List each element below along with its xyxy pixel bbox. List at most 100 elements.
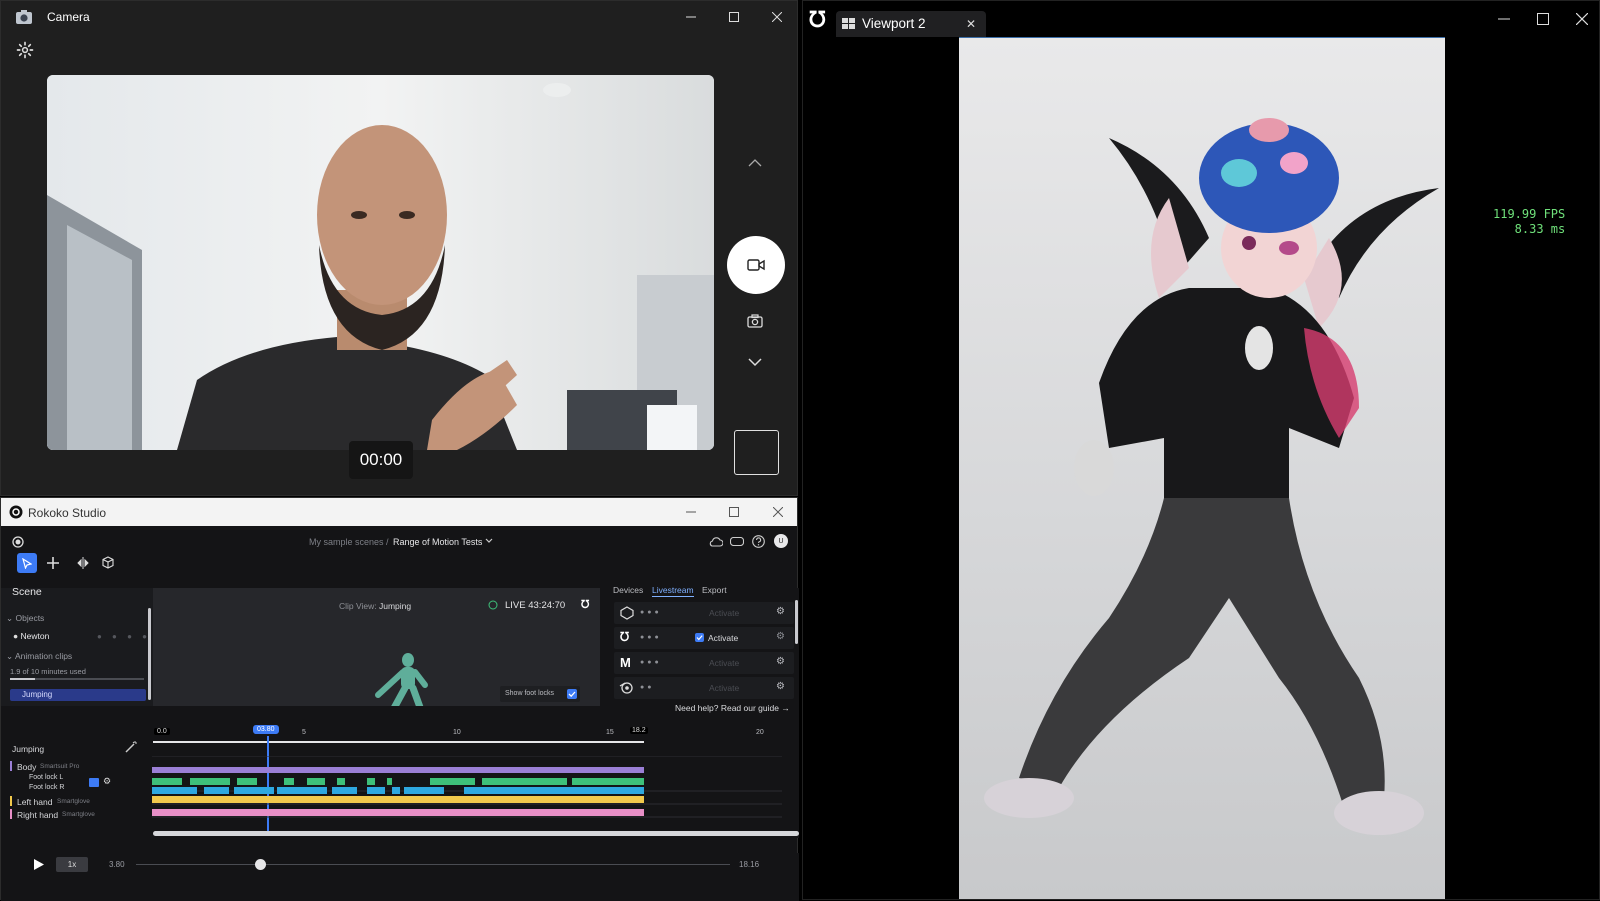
tab-devices[interactable]: Devices xyxy=(613,585,643,595)
play-icon xyxy=(34,859,44,870)
track-device-right-hand: Smartglove xyxy=(62,811,95,818)
playhead-label[interactable]: 03.80 xyxy=(253,725,279,734)
settings-gear-icon[interactable] xyxy=(16,41,34,59)
foot-locks-toggle[interactable]: Show foot locks xyxy=(500,686,580,702)
maximize-button[interactable] xyxy=(724,502,744,522)
animation-clips-section[interactable]: ⌄ Animation clips xyxy=(6,651,72,662)
close-button[interactable] xyxy=(768,502,788,522)
close-button[interactable] xyxy=(767,7,787,27)
activate-label[interactable]: Activate xyxy=(709,683,739,693)
breadcrumb-parent[interactable]: My sample scenes / xyxy=(309,537,389,547)
timeline-horizontal-scrollbar[interactable] xyxy=(153,831,799,836)
tab-close-icon[interactable]: ✕ xyxy=(966,17,976,31)
livestream-scrollbar[interactable] xyxy=(795,600,798,644)
minimize-button[interactable] xyxy=(681,502,701,522)
track-color-left-hand xyxy=(10,796,12,806)
camera-title: Camera xyxy=(47,10,90,24)
activate-checkbox[interactable] xyxy=(695,633,704,642)
clip-item-label: Jumping xyxy=(22,690,53,699)
last-capture-thumbnail[interactable] xyxy=(734,430,779,475)
foot-lock-gear-icon[interactable]: ⚙ xyxy=(103,776,111,787)
track-name-foot-r: Foot lock R xyxy=(29,784,65,791)
video-record-button[interactable] xyxy=(727,236,785,294)
chevron-down-icon[interactable] xyxy=(485,538,493,544)
photo-camera-icon[interactable] xyxy=(747,314,763,328)
track-name-body: Body xyxy=(17,762,37,772)
chevron-down-icon[interactable] xyxy=(748,358,762,367)
speed-button[interactable]: 1x xyxy=(56,857,88,872)
usage-bar xyxy=(10,678,144,680)
activate-label[interactable]: Activate xyxy=(709,608,739,618)
move-tool-icon[interactable] xyxy=(47,557,59,569)
maximize-button[interactable] xyxy=(724,7,744,27)
object-device-icons: ● ● ● ● xyxy=(97,632,151,641)
recording-timer: 00:00 xyxy=(349,441,413,479)
unreal-icon: ᘮ xyxy=(581,599,590,611)
magic-wand-icon[interactable] xyxy=(125,740,138,753)
row-settings-gear-icon[interactable]: ⚙ xyxy=(776,631,785,642)
cursor-icon xyxy=(22,557,32,569)
tab-export[interactable]: Export xyxy=(702,585,727,595)
livestream-panel: Devices Livestream Export ●●● Activate ⚙… xyxy=(605,585,799,728)
mirror-tool-icon[interactable] xyxy=(77,557,89,569)
help-guide-link[interactable]: Need help? Read our guide → xyxy=(675,703,790,713)
clip-view-name: Jumping xyxy=(379,601,412,611)
foot-lock-edit-button[interactable] xyxy=(89,778,99,787)
maximize-button[interactable] xyxy=(1533,9,1553,29)
playback-bar: 1x 3.80 18.16 xyxy=(1,853,799,901)
minimize-button[interactable] xyxy=(681,7,701,27)
tick-10: 10 xyxy=(453,729,461,736)
live-indicator-icon xyxy=(488,600,498,610)
tick-20: 20 xyxy=(756,729,764,736)
blender-icon xyxy=(619,680,634,695)
record-icon[interactable] xyxy=(12,536,24,548)
rokoko-header: My sample scenes / Range of Motion Tests… xyxy=(1,526,797,558)
select-tool-button[interactable] xyxy=(17,553,37,573)
scene-scrollbar[interactable] xyxy=(148,608,151,700)
frame-time-value: 8.33 ms xyxy=(1514,222,1566,236)
objects-section[interactable]: ⌄ Objects xyxy=(6,613,44,624)
track-device-left-hand: Smartglove xyxy=(57,798,90,805)
row-settings-gear-icon[interactable]: ⚙ xyxy=(776,656,785,667)
live-timecode: LIVE 43:24:70 xyxy=(505,600,566,611)
cube-tool-icon[interactable] xyxy=(102,556,114,569)
cloud-icon[interactable] xyxy=(708,536,723,547)
chevron-up-icon[interactable] xyxy=(748,158,762,167)
foot-locks-label: Show foot locks xyxy=(505,690,555,697)
scrub-track[interactable] xyxy=(136,864,730,865)
track-name-right-hand: Right hand xyxy=(17,810,59,820)
video-camera-icon xyxy=(747,259,765,271)
track-lanes xyxy=(152,756,782,818)
character-preview xyxy=(375,653,428,706)
scrub-handle[interactable] xyxy=(255,859,267,870)
vr-headset-icon[interactable] xyxy=(730,537,744,546)
user-avatar[interactable]: U xyxy=(774,534,788,548)
play-button[interactable] xyxy=(33,858,45,871)
row-settings-gear-icon[interactable]: ⚙ xyxy=(776,681,785,692)
scene-panel: Scene ⌄ Objects ● Newton ● ● ● ● ⌄ Anima… xyxy=(1,586,153,706)
breadcrumb-current[interactable]: Range of Motion Tests xyxy=(393,537,482,547)
current-time: 3.80 xyxy=(109,860,125,869)
help-icon[interactable] xyxy=(752,535,765,548)
clip-range-bar[interactable] xyxy=(153,741,644,743)
viewport-render[interactable] xyxy=(959,37,1445,899)
scene-title: Scene xyxy=(12,586,42,598)
activate-label[interactable]: Activate xyxy=(708,633,738,643)
objects-label: Objects xyxy=(15,613,45,623)
clip-item-jumping[interactable]: Jumping xyxy=(10,689,146,701)
activate-label[interactable]: Activate xyxy=(709,658,739,668)
foot-locks-checkbox[interactable] xyxy=(567,689,577,699)
end-time: 18.16 xyxy=(739,860,760,869)
viewport-tab[interactable]: Viewport 2 ✕ xyxy=(836,11,986,37)
viewport-window: ᘮ Viewport 2 ✕ 119.99 FPS 8.33 ms xyxy=(802,0,1600,900)
tab-livestream[interactable]: Livestream xyxy=(652,585,694,597)
object-newton[interactable]: ● Newton xyxy=(13,631,49,641)
row-settings-gear-icon[interactable]: ⚙ xyxy=(776,606,785,617)
track-name-foot-l: Foot lock L xyxy=(29,774,64,781)
close-button[interactable] xyxy=(1572,9,1592,29)
stream-options-icons: ●● xyxy=(640,684,655,691)
tick-15: 15 xyxy=(606,729,614,736)
minimize-button[interactable] xyxy=(1494,9,1514,29)
rokoko-window: Rokoko Studio My sample scenes / Range o… xyxy=(0,497,799,901)
object-name: Newton xyxy=(20,631,50,641)
